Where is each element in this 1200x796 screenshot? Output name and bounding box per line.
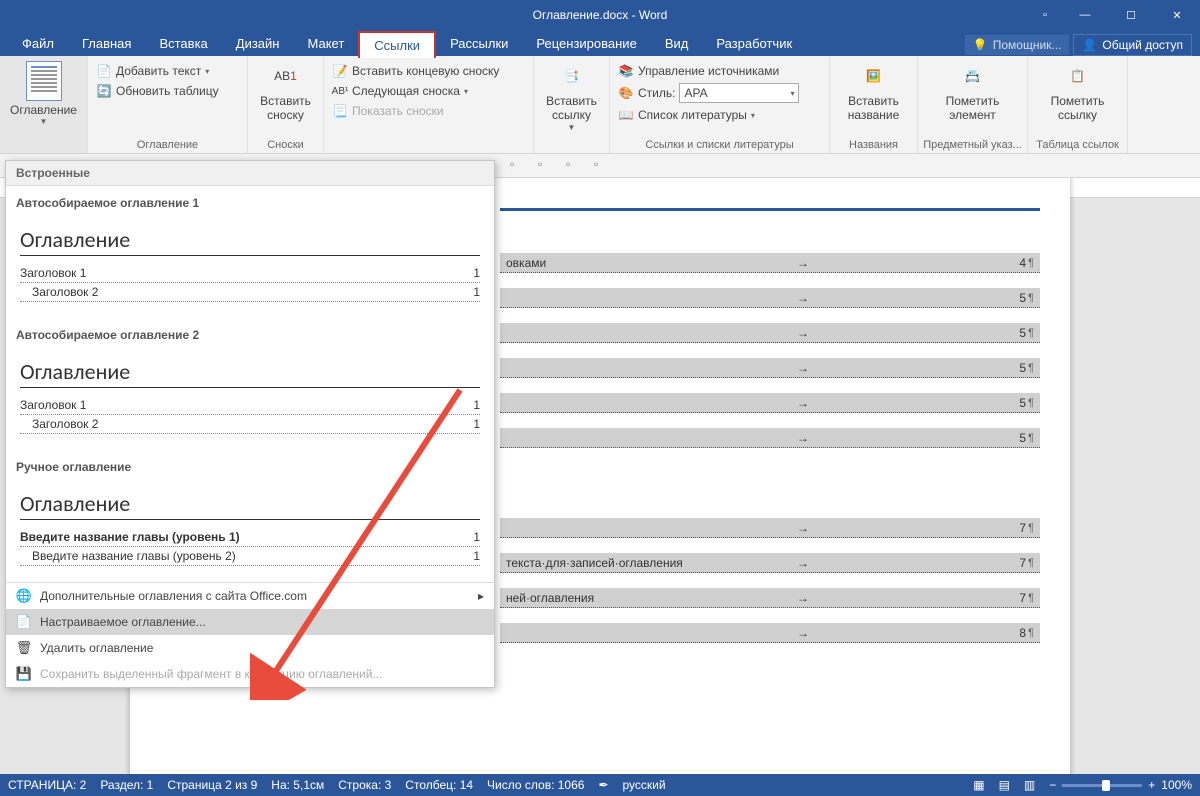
view-read-icon[interactable]: ▦ xyxy=(973,778,984,792)
share-icon: 👤 xyxy=(1082,38,1097,52)
endnote-icon: 📝 xyxy=(332,63,348,79)
caption-icon: 🖼️ xyxy=(858,60,890,92)
toc-entry[interactable]: →8 xyxy=(500,623,1040,643)
status-column[interactable]: Столбец: 14 xyxy=(405,778,473,792)
custom-toc-button[interactable]: 📄Настраиваемое оглавление... xyxy=(6,609,494,635)
mark-citation-button[interactable]: 📋 Пометить ссылку xyxy=(1032,58,1123,125)
save-toc-selection-button: 💾Сохранить выделенный фрагмент в коллекц… xyxy=(6,661,494,687)
gallery-item-auto2[interactable]: Автособираемое оглавление 2 Оглавление З… xyxy=(6,318,494,450)
status-position[interactable]: На: 5,1см xyxy=(271,778,324,792)
toc-entry[interactable]: →5 xyxy=(500,358,1040,378)
qat-icon[interactable]: ▫ xyxy=(594,157,612,175)
remove-toc-button[interactable]: 🗑Удалить оглавление xyxy=(6,635,494,661)
zoom-level[interactable]: 100% xyxy=(1161,778,1192,792)
add-text-icon: 📄 xyxy=(96,63,112,79)
citation-style-row: 🎨Стиль: APA▾ xyxy=(614,82,825,104)
close-button[interactable]: ✕ xyxy=(1154,0,1200,30)
add-text-button[interactable]: 📄Добавить текст ▾ xyxy=(92,62,243,80)
mark-index-entry-button[interactable]: 📇 Пометить элемент xyxy=(922,58,1023,125)
doc-heading-rule xyxy=(500,208,1040,211)
refresh-icon: 🔄 xyxy=(96,83,112,99)
update-table-button[interactable]: 🔄Обновить таблицу xyxy=(92,82,243,100)
tab-developer[interactable]: Разработчик xyxy=(702,31,806,56)
maximize-button[interactable]: ☐ xyxy=(1108,0,1154,30)
insert-footnote-button[interactable]: AB1 Вставить сноску xyxy=(252,58,319,125)
window-title: Оглавление.docx - Word xyxy=(533,8,668,22)
custom-toc-icon: 📄 xyxy=(16,614,32,630)
minimize-button[interactable]: — xyxy=(1062,0,1108,30)
status-line[interactable]: Строка: 3 xyxy=(338,778,391,792)
bibliography-button[interactable]: 📖Список литературы ▾ xyxy=(614,106,825,124)
toc-button[interactable]: Оглавление ▼ xyxy=(4,58,83,129)
status-word-count[interactable]: Число слов: 1066 xyxy=(487,778,584,792)
next-footnote-button[interactable]: AB¹Следующая сноска ▾ xyxy=(328,82,529,100)
more-toc-office-button[interactable]: 🌐Дополнительные оглавления с сайта Offic… xyxy=(6,583,494,609)
footnote-icon: AB1 xyxy=(270,60,302,92)
zoom-out-icon[interactable]: − xyxy=(1049,778,1056,792)
toc-entry[interactable]: →5 xyxy=(500,393,1040,413)
gallery-item-auto1[interactable]: Автособираемое оглавление 1 Оглавление З… xyxy=(6,186,494,318)
tab-home[interactable]: Главная xyxy=(68,31,145,56)
tell-me-search[interactable]: 💡 Помощник... xyxy=(965,35,1070,55)
toc-entry[interactable]: ней·оглавления →7 xyxy=(500,588,1040,608)
titlebar: Оглавление.docx - Word ▫ — ☐ ✕ xyxy=(0,0,1200,30)
view-print-icon[interactable]: ▤ xyxy=(999,778,1010,792)
ribbon-tabs: Файл Главная Вставка Дизайн Макет Ссылки… xyxy=(0,30,1200,56)
next-footnote-icon: AB¹ xyxy=(332,83,348,99)
tab-review[interactable]: Рецензирование xyxy=(522,31,650,56)
insert-endnote-button[interactable]: 📝Вставить концевую сноску xyxy=(328,62,529,80)
tab-design[interactable]: Дизайн xyxy=(222,31,294,56)
toc-entry[interactable]: →5 xyxy=(500,428,1040,448)
tab-insert[interactable]: Вставка xyxy=(145,31,221,56)
toc-entry[interactable]: овками→4 xyxy=(500,253,1040,273)
spellcheck-icon[interactable]: ✒ xyxy=(598,778,608,792)
toc-entry[interactable]: →5 xyxy=(500,288,1040,308)
status-section[interactable]: Раздел: 1 xyxy=(100,778,153,792)
tab-references[interactable]: Ссылки xyxy=(358,31,436,58)
save-icon: 💾 xyxy=(16,666,32,682)
toa-icon: 📋 xyxy=(1062,60,1094,92)
ribbon-options-icon[interactable]: ▫ xyxy=(1028,0,1062,30)
chevron-down-icon: ▼ xyxy=(10,117,77,126)
zoom-slider[interactable] xyxy=(1062,784,1142,787)
biblio-icon: 📖 xyxy=(618,107,634,123)
toc-icon xyxy=(26,61,62,101)
insert-caption-button[interactable]: 🖼️ Вставить название xyxy=(834,58,913,125)
tab-mailings[interactable]: Рассылки xyxy=(436,31,522,56)
tab-layout[interactable]: Макет xyxy=(293,31,358,56)
qat-icon[interactable]: ▫ xyxy=(566,157,584,175)
gallery-item-manual[interactable]: Ручное оглавление Оглавление Введите наз… xyxy=(6,450,494,582)
status-page-of[interactable]: Страница 2 из 9 xyxy=(167,778,257,792)
view-web-icon[interactable]: ▥ xyxy=(1024,778,1035,792)
manage-sources-button[interactable]: 📚Управление источниками xyxy=(614,62,825,80)
sources-icon: 📚 xyxy=(618,63,634,79)
gallery-section-header: Встроенные xyxy=(6,161,494,186)
citation-icon: 📑 xyxy=(556,60,588,92)
tab-view[interactable]: Вид xyxy=(651,31,703,56)
lightbulb-icon: 💡 xyxy=(973,38,988,52)
toc-gallery-dropdown: Встроенные Автособираемое оглавление 1 О… xyxy=(5,160,495,688)
show-footnotes-button[interactable]: 📃Показать сноски xyxy=(328,102,529,120)
zoom-control[interactable]: − + 100% xyxy=(1049,778,1192,792)
tab-file[interactable]: Файл xyxy=(8,31,68,56)
remove-icon: 🗑 xyxy=(16,640,32,656)
insert-citation-button[interactable]: 📑 Вставить ссылку ▼ xyxy=(538,58,605,134)
status-bar: СТРАНИЦА: 2 Раздел: 1 Страница 2 из 9 На… xyxy=(0,774,1200,796)
zoom-in-icon[interactable]: + xyxy=(1148,778,1155,792)
toc-entry[interactable]: текста·для·записей·оглавления →7 xyxy=(500,553,1040,573)
share-button[interactable]: 👤 Общий доступ xyxy=(1073,34,1192,56)
status-page[interactable]: СТРАНИЦА: 2 xyxy=(8,778,86,792)
ribbon: Оглавление ▼ 📄Добавить текст ▾ 🔄Обновить… xyxy=(0,56,1200,154)
toc-entry[interactable]: →7 xyxy=(500,518,1040,538)
style-icon: 🎨 xyxy=(618,85,634,101)
qat-icon[interactable]: ▫ xyxy=(510,157,528,175)
style-dropdown[interactable]: APA▾ xyxy=(679,83,799,103)
index-icon: 📇 xyxy=(957,60,989,92)
office-icon: 🌐 xyxy=(16,588,32,604)
show-notes-icon: 📃 xyxy=(332,103,348,119)
toc-entry[interactable]: →5 xyxy=(500,323,1040,343)
qat-icon[interactable]: ▫ xyxy=(538,157,556,175)
status-language[interactable]: русский xyxy=(623,778,666,792)
